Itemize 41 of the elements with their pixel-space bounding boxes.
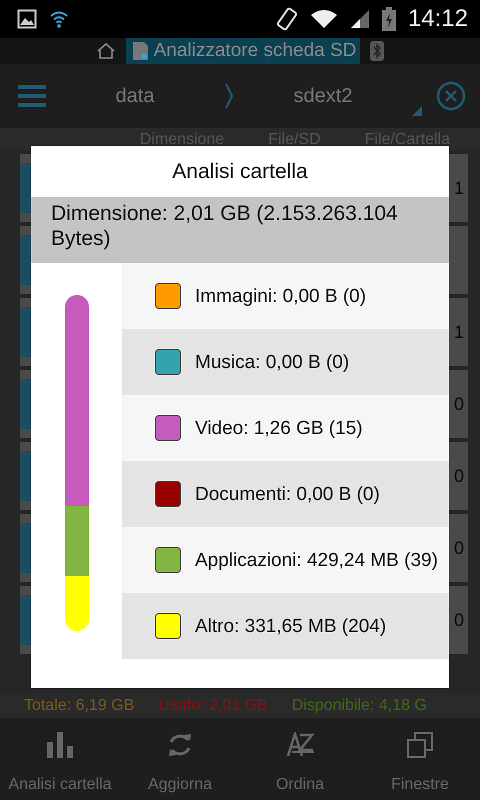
file-count: 0	[454, 538, 464, 558]
nav-button[interactable]: Finestre	[360, 718, 480, 800]
home-icon	[96, 42, 116, 60]
category-label: Musica: 0,00 B (0)	[195, 350, 350, 374]
storage-stat: Usato: 2,01 GB	[158, 697, 268, 715]
sort-az-icon	[286, 732, 314, 758]
file-count: 1	[454, 178, 464, 198]
bar-chart-icon	[47, 732, 73, 758]
phone-rotate-icon	[276, 7, 298, 31]
wifi-icon	[310, 9, 338, 29]
nav-button[interactable]: Aggiorna	[120, 718, 240, 800]
storage-stat: Totale: 6,19 GB	[24, 697, 134, 715]
file-count: 1	[454, 322, 464, 342]
nav-button[interactable]: Analisi cartella	[0, 718, 120, 800]
battery-icon	[382, 7, 396, 31]
bluetooth-icon	[370, 41, 384, 61]
refresh-icon	[167, 732, 193, 758]
windows-icon	[407, 732, 433, 758]
category-label: Video: 1,26 GB (15)	[195, 416, 364, 440]
dropdown-corner-icon[interactable]	[412, 106, 422, 116]
file-count: 0	[454, 394, 464, 414]
dialog-title: Analisi cartella	[171, 159, 309, 185]
close-icon[interactable]	[436, 81, 466, 111]
category-label: Applicazioni: 429,24 MB (39)	[195, 548, 439, 572]
category-label: Documenti: 0,00 B (0)	[195, 482, 381, 506]
app-title: Analizzatore scheda SD	[126, 38, 360, 64]
wifi-icon	[49, 10, 69, 28]
size-summary: Dimensione: 2,01 GB (2.153.263.104 Bytes)	[31, 197, 449, 263]
category-label: Immagini: 0,00 B (0)	[195, 284, 368, 308]
file-count: 0	[454, 466, 464, 486]
clock: 14:12	[408, 5, 468, 33]
storage-stat: Disponibile: 4,18 G	[292, 697, 427, 715]
menu-icon[interactable]	[18, 85, 46, 107]
category-label: Altro: 331,65 MB (204)	[195, 614, 388, 638]
chevron-icon	[224, 83, 234, 109]
signal-icon	[350, 9, 370, 29]
path-crumb[interactable]: sdext2	[234, 84, 412, 108]
path-crumb[interactable]: data	[46, 84, 224, 108]
nav-button[interactable]: Ordina	[240, 718, 360, 800]
file-count: 0	[454, 610, 464, 630]
image-icon	[17, 9, 37, 29]
